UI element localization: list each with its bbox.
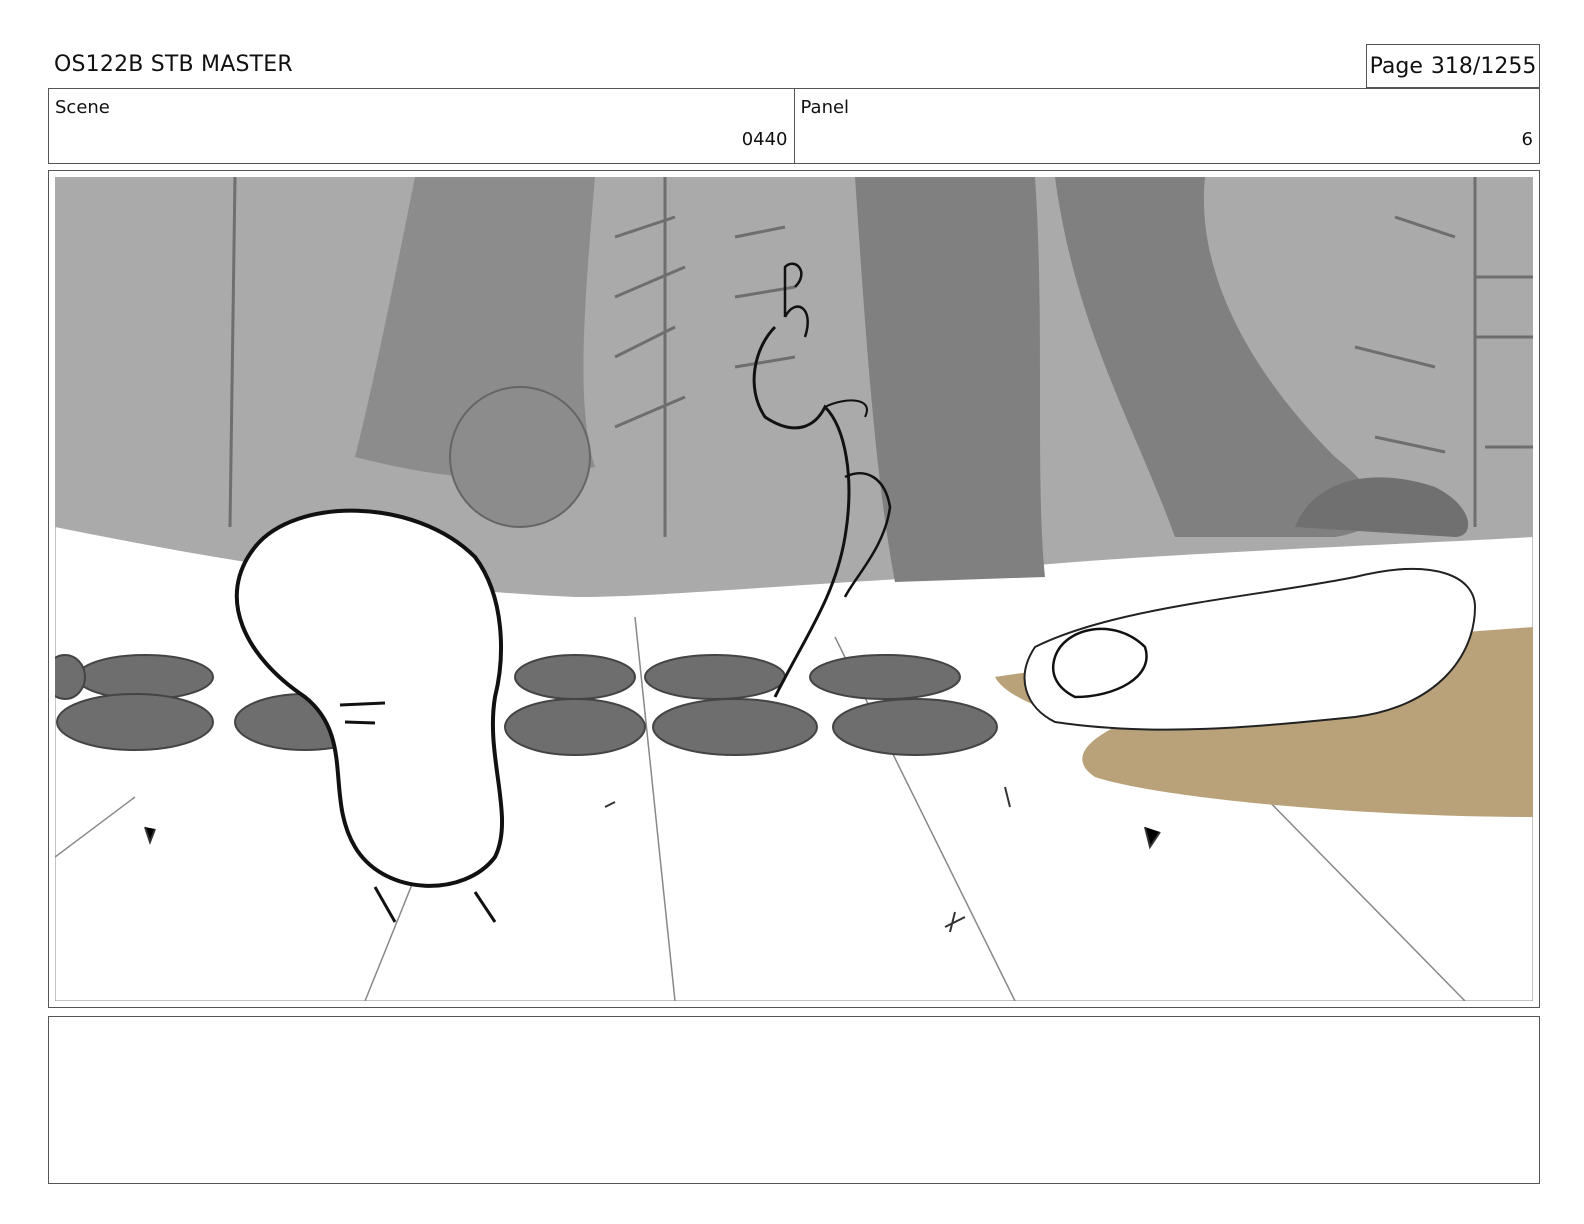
panel-notes-box bbox=[48, 1016, 1540, 1184]
panel-value: 6 bbox=[1521, 129, 1533, 150]
scene-value: 0440 bbox=[741, 129, 788, 150]
page-number: 318/1255 bbox=[1430, 53, 1537, 79]
storyboard-sketch-image bbox=[55, 177, 1533, 1001]
page-label: Page bbox=[1369, 53, 1423, 79]
storyboard-panel-frame bbox=[48, 170, 1540, 1008]
document-title: OS122B STB MASTER bbox=[54, 52, 293, 77]
page-indicator: Page 318/1255 bbox=[1366, 44, 1540, 88]
scene-panel-info: Scene 0440 Panel 6 bbox=[48, 88, 1540, 164]
panel-cell: Panel 6 bbox=[793, 89, 1540, 163]
scene-cell: Scene 0440 bbox=[49, 89, 794, 163]
panel-label: Panel bbox=[800, 97, 850, 118]
scene-label: Scene bbox=[55, 97, 110, 118]
